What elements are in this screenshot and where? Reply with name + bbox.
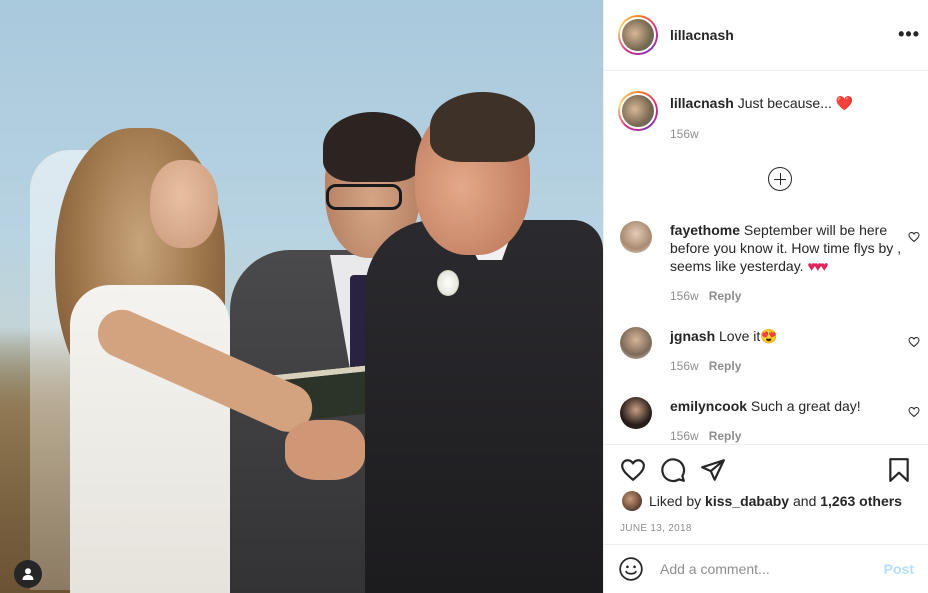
comment-bubble-icon[interactable] <box>660 457 686 483</box>
comment-time[interactable]: 156w <box>670 289 699 303</box>
caption-avatar[interactable] <box>618 91 658 131</box>
post-caption: lillacnash Just because... ❤️ 156w <box>618 91 854 141</box>
comment-time[interactable]: 156w <box>670 429 699 443</box>
comment-avatar[interactable] <box>620 327 652 359</box>
comment-username[interactable]: emilyncook <box>670 398 747 414</box>
more-horizontal-icon[interactable]: ••• <box>898 24 920 44</box>
author-username[interactable]: lillacnash <box>670 27 734 43</box>
comment-emoji: ♥♥♥ <box>807 258 828 274</box>
user-icon <box>22 568 34 580</box>
comment-meta: 156w Reply <box>670 359 741 373</box>
comment-item: jgnash Love it😍 156w Reply <box>620 327 920 387</box>
add-comment-bar: Post <box>604 544 928 593</box>
comment-avatar[interactable] <box>620 397 652 429</box>
comment-username[interactable]: jgnash <box>670 328 715 344</box>
reply-button[interactable]: Reply <box>709 289 742 303</box>
author-avatar[interactable] <box>618 15 658 55</box>
comment-like-heart-icon[interactable] <box>908 336 920 348</box>
photo-joined-hands <box>285 420 365 480</box>
like-heart-icon[interactable] <box>620 457 646 483</box>
liker-avatar[interactable] <box>622 491 642 511</box>
comment-text: emilyncook Such a great day! <box>670 398 861 414</box>
comment-text: jgnash Love it😍 <box>670 328 778 344</box>
emoji-smiley-icon[interactable] <box>618 556 644 582</box>
post-comment-button[interactable]: Post <box>884 561 914 577</box>
share-paper-plane-icon[interactable] <box>700 457 726 483</box>
post-header: lillacnash ••• <box>604 0 928 71</box>
comment-like-heart-icon[interactable] <box>908 406 920 418</box>
comment-input[interactable] <box>660 561 884 577</box>
comment-item: fayethome September will be here before … <box>620 221 920 303</box>
photo-bride-face <box>150 160 218 248</box>
load-more-comments-icon[interactable] <box>768 167 792 191</box>
comment-text: fayethome September will be here before … <box>670 222 902 274</box>
tagged-users-button[interactable] <box>14 560 42 588</box>
caption-text: Just because... <box>737 95 832 111</box>
likes-count[interactable]: 1,263 others <box>820 493 902 509</box>
photo-groom-hair <box>430 92 535 162</box>
photo-glasses <box>326 184 402 210</box>
reply-button[interactable]: Reply <box>709 359 742 373</box>
likes-summary[interactable]: Liked by kiss_dababy and 1,263 others <box>622 491 902 511</box>
post-photo[interactable] <box>0 0 603 593</box>
comment-item: emilyncook Such a great day! 156w Reply <box>620 397 920 444</box>
comment-like-heart-icon[interactable] <box>908 231 920 243</box>
caption-username[interactable]: lillacnash <box>670 95 734 111</box>
comments-section: lillacnash Just because... ❤️ 156w fayet… <box>604 71 928 444</box>
liker-username[interactable]: kiss_dababy <box>705 493 789 509</box>
photo-groom-suit <box>365 220 603 593</box>
comment-time[interactable]: 156w <box>670 359 699 373</box>
comment-meta: 156w Reply <box>670 429 741 443</box>
post-date[interactable]: JUNE 13, 2018 <box>620 523 692 534</box>
comment-emoji: 😍 <box>760 328 778 344</box>
comment-username[interactable]: fayethome <box>670 222 740 238</box>
photo-boutonniere <box>437 270 459 296</box>
comment-meta: 156w Reply <box>670 289 741 303</box>
reply-button[interactable]: Reply <box>709 429 742 443</box>
save-bookmark-icon[interactable] <box>886 457 912 483</box>
post-actions: Liked by kiss_dababy and 1,263 others JU… <box>604 444 928 544</box>
photo-officiant-hair <box>323 112 423 182</box>
comment-avatar[interactable] <box>620 221 652 253</box>
post-side-panel: lillacnash ••• lillacnash Just because..… <box>603 0 928 593</box>
caption-emoji: ❤️ <box>835 95 854 111</box>
caption-time[interactable]: 156w <box>670 127 699 141</box>
